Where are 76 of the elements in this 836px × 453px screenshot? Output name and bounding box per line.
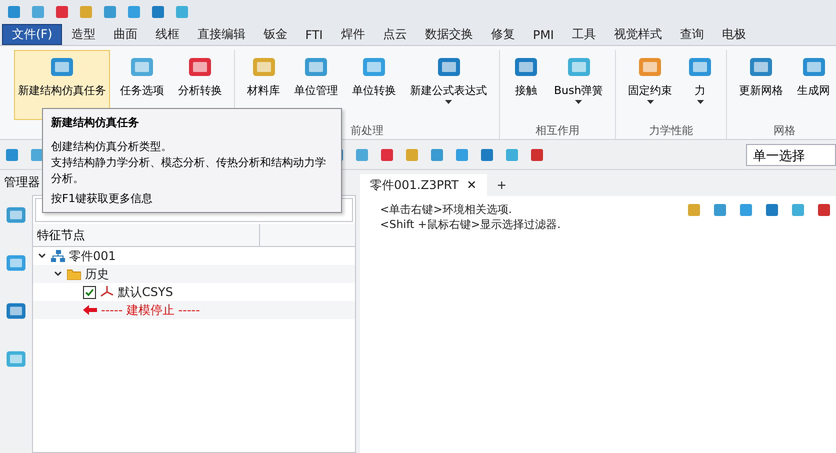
close-icon[interactable]: ✕ [466, 178, 477, 192]
chevron-icon[interactable] [37, 251, 47, 261]
group-label: 网格 [774, 123, 796, 139]
chevron-icon[interactable] [53, 269, 63, 279]
tool-icon[interactable] [379, 146, 395, 162]
hint-text: <单击右键>环境相关选项. [380, 202, 512, 217]
ribbon-button[interactable]: 接触 [508, 50, 544, 120]
ribbon-button[interactable]: 更新网格 [735, 50, 788, 120]
menu-tab[interactable]: 线框 [146, 24, 188, 45]
menu-tab[interactable]: 文件(F) [2, 24, 62, 45]
ribbon-button[interactable]: 力 [682, 50, 718, 120]
document-tab[interactable]: 零件001.Z3PRT ✕ [360, 174, 487, 196]
tool-icon[interactable] [790, 202, 806, 218]
menu-tab[interactable]: 焊件 [332, 24, 374, 45]
menu-tab[interactable]: PMI [524, 24, 563, 45]
tree-item[interactable]: 历史 [85, 266, 109, 282]
ribbon-button[interactable]: 单位转换 [348, 50, 400, 120]
tooltip-text: 分析。 [51, 171, 84, 186]
tool-icon[interactable] [764, 202, 780, 218]
tool-icon[interactable] [454, 146, 470, 162]
tool-icon[interactable] [429, 146, 445, 162]
checkbox[interactable] [83, 286, 96, 298]
toolbar-icon[interactable] [30, 4, 46, 20]
arrow-icon [83, 305, 97, 315]
axes-icon [100, 285, 114, 299]
menu-tab[interactable]: 查询 [670, 24, 713, 45]
menu-tab[interactable]: 电极 [712, 24, 755, 45]
group-label: 力学性能 [649, 123, 694, 139]
hint-text: <Shift +鼠标右键>显示选择过滤器. [380, 217, 561, 232]
toolbar-icon[interactable] [6, 4, 22, 20]
ribbon-button[interactable]: 材料库 [243, 50, 284, 120]
ribbon-button[interactable]: 生成网 [793, 50, 834, 120]
toolbar-icon[interactable] [126, 4, 142, 20]
menu-tab[interactable]: 工具 [562, 24, 605, 45]
tool-icon[interactable] [479, 146, 495, 162]
tool-icon[interactable] [738, 202, 754, 218]
tool-icon[interactable] [712, 202, 728, 218]
toolbar-icon[interactable] [150, 4, 166, 20]
tool-icon[interactable] [529, 146, 545, 162]
menu-tab[interactable]: 曲面 [104, 24, 146, 45]
tool-icon[interactable] [4, 146, 20, 162]
ribbon-button[interactable]: 固定约束 [624, 50, 676, 120]
tool-icon[interactable] [686, 202, 702, 218]
menu-tab[interactable]: 钣金 [254, 24, 296, 45]
tooltip-hint: 按F1键获取更多信息 [51, 191, 152, 206]
ribbon-button[interactable]: 新建公式表达式 [406, 50, 491, 120]
menu-tab[interactable]: 造型 [62, 24, 104, 45]
column-header: 特征节点 [33, 224, 260, 246]
ribbon-button[interactable]: 单位管理 [290, 50, 342, 120]
hierarchy-icon [51, 250, 65, 262]
tool-icon[interactable] [504, 146, 520, 162]
folder-icon [67, 268, 81, 280]
menu-tab[interactable]: 点云 [374, 24, 416, 45]
tool-icon[interactable] [816, 202, 832, 218]
menu-tab[interactable]: 视觉样式 [604, 24, 671, 45]
toolbar-icon[interactable] [54, 4, 70, 20]
selection-dropdown[interactable]: 单一选择 [746, 144, 836, 166]
menu-tab[interactable]: 修复 [482, 24, 524, 45]
group-label: 相互作用 [536, 123, 580, 139]
tooltip-text: 创建结构仿真分析类型。 [51, 139, 172, 154]
menu-tab[interactable]: 数据交换 [416, 24, 482, 45]
toolbar-icon[interactable] [102, 4, 118, 20]
group-label: 前处理 [350, 123, 384, 139]
ribbon-button[interactable]: Bush弹簧 [550, 50, 608, 120]
menu-tab[interactable]: 直接编辑 [188, 24, 254, 45]
tool-icon[interactable] [29, 146, 45, 162]
document-tab[interactable]: + [486, 174, 517, 196]
menu-tab[interactable]: FTI [296, 24, 332, 45]
tree-item[interactable]: 默认CSYS [118, 284, 173, 300]
tree-item[interactable]: 零件001 [69, 248, 116, 264]
tool-icon[interactable] [354, 146, 370, 162]
toolbar-icon[interactable] [174, 4, 190, 20]
tooltip-text: 支持结构静力学分析、模态分析、传热分析和结构动力学 [51, 155, 326, 170]
toolbar-icon[interactable] [78, 4, 94, 20]
ribbon-button[interactable]: 分析转换 [174, 50, 226, 120]
panel-title: 管理器 [4, 174, 40, 191]
